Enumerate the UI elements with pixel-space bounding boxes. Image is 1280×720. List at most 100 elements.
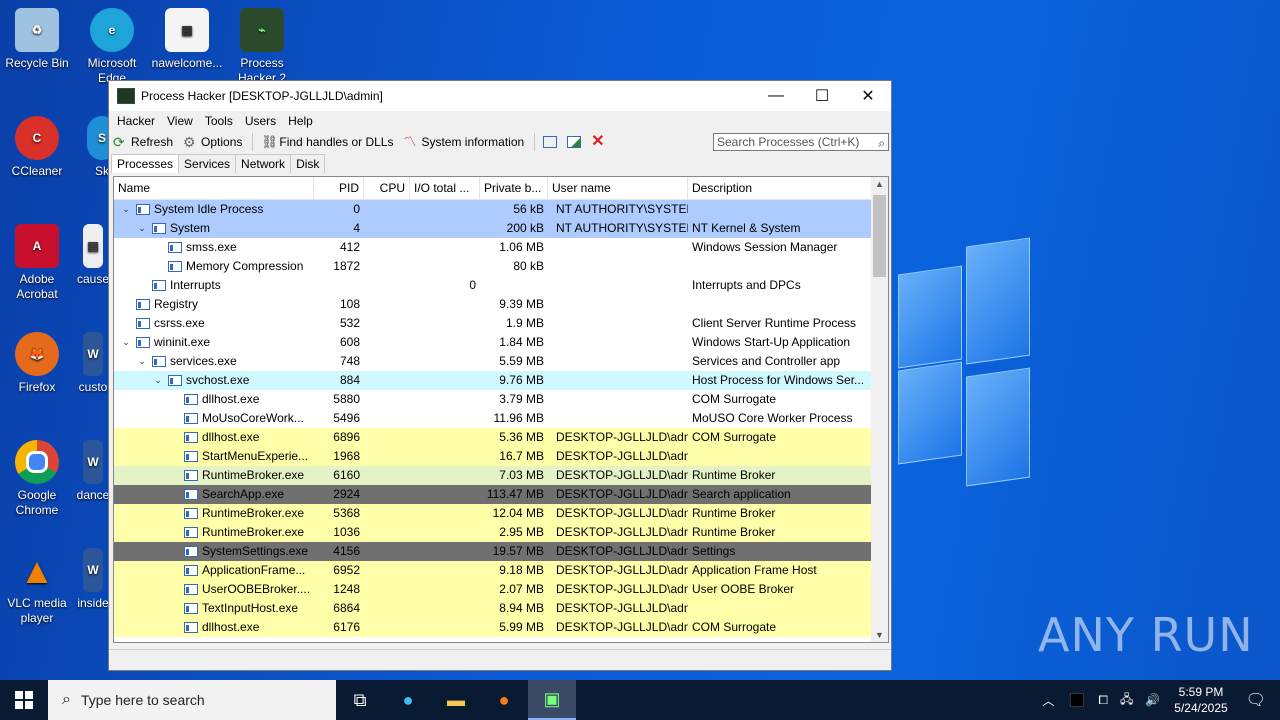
process-row[interactable]: Interrupts 0 Interrupts and DPCs — [114, 276, 888, 295]
process-cpu — [364, 485, 410, 504]
window-icon[interactable] — [543, 136, 558, 148]
process-icon — [184, 451, 198, 462]
refresh-button[interactable]: ⟳ Refresh — [113, 135, 173, 149]
column-header-description[interactable]: Description — [688, 177, 873, 199]
process-row[interactable]: ⌄ wininit.exe 608 1.84 MB Windows Start-Up A… — [114, 333, 888, 352]
meet-now-icon[interactable]: ⧠ — [1098, 693, 1108, 708]
process-row[interactable]: RuntimeBroker.exe 5368 12.04 MB DESKTOP-JGL… — [114, 504, 888, 523]
menu-tools[interactable]: Tools — [199, 114, 239, 128]
process-row[interactable]: RuntimeBroker.exe 1036 2.95 MB DESKTOP-JGLL… — [114, 523, 888, 542]
title-bar[interactable]: Process Hacker [DESKTOP-JGLLJLD\admin] —… — [109, 81, 891, 111]
menu-help[interactable]: Help — [282, 114, 319, 128]
process-row[interactable]: smss.exe 412 1.06 MB Windows Session Manage… — [114, 238, 888, 257]
process-row[interactable]: ⌄ System 4 200 kB NT AUTHORITY\SYSTEM NT Kern… — [114, 219, 888, 238]
process-row[interactable]: StartMenuExperie... 1968 16.7 MB DESKTOP-JG… — [114, 447, 888, 466]
process-row[interactable]: SearchApp.exe 2924 113.47 MB DESKTOP-JGLLJL… — [114, 485, 888, 504]
process-io-total — [410, 390, 480, 409]
desktop-icon-recycle-bin[interactable]: ♻ Recycle Bin — [0, 8, 74, 71]
tab-network[interactable]: Network — [235, 154, 292, 173]
desktop-icon-dance[interactable]: W dance — [76, 440, 110, 503]
process-name: SearchApp.exe — [202, 487, 285, 501]
window-go-icon[interactable] — [567, 136, 582, 148]
desktop-icon-custo[interactable]: W custo — [76, 332, 110, 395]
process-icon — [136, 337, 150, 348]
chevron-down-icon[interactable]: ⌄ — [136, 219, 148, 238]
chevron-down-icon[interactable]: ⌄ — [120, 200, 132, 219]
process-private-bytes: 9.76 MB — [499, 373, 544, 387]
column-header-private-bytes[interactable]: Private b... — [480, 177, 548, 199]
system-information-button[interactable]: 〽 System information — [403, 135, 524, 150]
desktop-icon-chrome[interactable]: Google Chrome — [0, 440, 74, 518]
clock[interactable]: 5:59 PM 5/24/2025 — [1174, 684, 1227, 716]
column-header-cpu[interactable]: CPU — [364, 177, 410, 199]
process-row[interactable]: ⌄ System Idle Process 0 56 kB NT AUTHORITY\S… — [114, 200, 888, 219]
process-description: Host Process for Windows Ser... — [692, 373, 865, 387]
process-row[interactable]: Registry 108 9.39 MB — [114, 295, 888, 314]
column-header-name[interactable]: Name — [114, 177, 314, 199]
desktop-icon-vlc[interactable]: ▲ VLC media player — [0, 548, 74, 626]
options-button[interactable]: ⚙ Options — [183, 135, 242, 149]
taskbar-edge[interactable]: ● — [384, 680, 432, 720]
menu-view[interactable]: View — [161, 114, 199, 128]
column-header-io[interactable]: I/O total ... — [410, 177, 480, 199]
process-name-cell: dllhost.exe — [114, 618, 314, 637]
scroll-thumb[interactable] — [873, 195, 886, 277]
desktop-icon-firefox[interactable]: 🦊 Firefox — [0, 332, 74, 395]
process-row[interactable]: Memory Compression 1872 80 kB — [114, 257, 888, 276]
windows-logo — [898, 237, 1030, 487]
process-row[interactable]: dllhost.exe 5880 3.79 MB COM Surrogate — [114, 390, 888, 409]
desktop-icon-acrobat[interactable]: A Adobe Acrobat — [0, 224, 74, 302]
process-cpu — [364, 504, 410, 523]
process-row[interactable]: UserOOBEBroker.... 1248 2.07 MB DESKTOP-JGL… — [114, 580, 888, 599]
desktop-icon-cause[interactable]: ▤ cause — [76, 224, 110, 287]
taskbar-search-box[interactable]: ⌕ Type here to search — [48, 680, 336, 720]
chevron-up-icon[interactable]: ︿ — [1042, 692, 1054, 709]
chevron-down-icon[interactable]: ⌄ — [152, 371, 164, 390]
desktop-icon-nawelcome[interactable]: ▦ nawelcome... — [150, 8, 224, 71]
terminate-icon[interactable]: ✕ — [591, 134, 605, 150]
notifications-icon[interactable]: 🗨 — [1246, 690, 1266, 710]
network-icon[interactable]: 🖧 — [1120, 690, 1133, 711]
process-row[interactable]: ApplicationFrame... 6952 9.18 MB DESKTOP-JG… — [114, 561, 888, 580]
process-row[interactable]: dllhost.exe 6896 5.36 MB DESKTOP-JGLLJLD\ad… — [114, 428, 888, 447]
minimize-button[interactable]: — — [753, 81, 799, 111]
close-button[interactable]: ✕ — [845, 81, 891, 111]
taskbar-firefox[interactable]: ● — [480, 680, 528, 720]
volume-icon[interactable]: 🔊 — [1145, 693, 1160, 707]
desktop-icon-inside[interactable]: W inside — [76, 548, 110, 611]
menu-hacker[interactable]: Hacker — [111, 114, 161, 128]
menu-users[interactable]: Users — [239, 114, 282, 128]
process-row[interactable]: TextInputHost.exe 6864 8.94 MB DESKTOP-JGLL… — [114, 599, 888, 618]
column-header-pid[interactable]: PID — [314, 177, 364, 199]
process-row[interactable]: SystemSettings.exe 4156 19.57 MB DESKTOP-JG… — [114, 542, 888, 561]
desktop-icon-process-hacker[interactable]: ⌁ Process Hacker 2 — [225, 8, 299, 86]
vertical-scrollbar[interactable]: ▲ ▼ — [871, 177, 888, 642]
start-button[interactable] — [0, 680, 48, 720]
maximize-button[interactable]: ☐ — [799, 81, 845, 111]
desktop-icon-ccleaner[interactable]: C CCleaner — [0, 116, 74, 179]
column-header-user-name[interactable]: User name — [548, 177, 688, 199]
chevron-down-icon[interactable]: ⌄ — [120, 333, 132, 352]
process-row[interactable]: csrss.exe 532 1.9 MB Client Server Runtime … — [114, 314, 888, 333]
find-handles-button[interactable]: ⛓ Find handles or DLLs — [261, 135, 393, 150]
process-row[interactable]: ⌄ services.exe 748 5.59 MB Services and Cont… — [114, 352, 888, 371]
process-private-bytes: 80 kB — [513, 259, 544, 273]
tab-services[interactable]: Services — [178, 154, 237, 173]
scroll-down-icon[interactable]: ▼ — [871, 630, 888, 640]
process-row[interactable]: RuntimeBroker.exe 6160 7.03 MB DESKTOP-JGLL… — [114, 466, 888, 485]
scroll-up-icon[interactable]: ▲ — [871, 179, 888, 189]
tab-disk[interactable]: Disk — [290, 154, 326, 173]
process-row[interactable]: MoUsoCoreWork... 5496 11.96 MB MoUSO Core W… — [114, 409, 888, 428]
search-processes-input[interactable]: Search Processes (Ctrl+K) ⌕ — [713, 133, 889, 151]
chevron-down-icon[interactable]: ⌄ — [136, 352, 148, 371]
task-view-button[interactable]: ⧉ — [336, 680, 384, 720]
process-row[interactable]: ⌄ svchost.exe 884 9.76 MB Host Process for W… — [114, 371, 888, 390]
tab-processes[interactable]: Processes — [111, 154, 180, 173]
taskbar-file-explorer[interactable]: ▬ — [432, 680, 480, 720]
desktop-icon-edge[interactable]: e Microsoft Edge — [75, 8, 149, 86]
process-name: RuntimeBroker.exe — [202, 468, 305, 482]
process-io-total — [410, 314, 480, 333]
process-row[interactable]: dllhost.exe 6176 5.99 MB DESKTOP-JGLLJLD\ad… — [114, 618, 888, 637]
tray-app-icon[interactable] — [1070, 693, 1085, 707]
taskbar-process-hacker[interactable]: ▣ — [528, 680, 576, 720]
